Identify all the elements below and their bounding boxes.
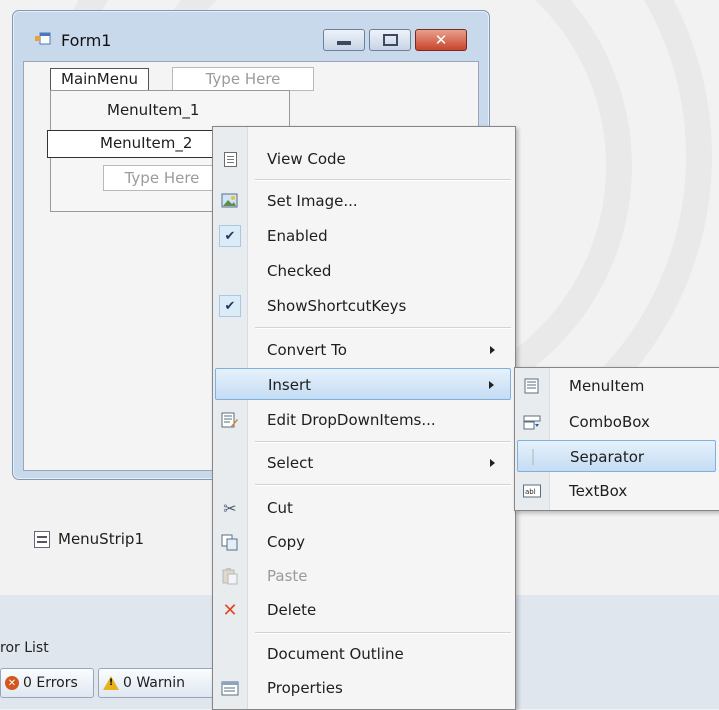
menu-item-1[interactable]: MenuItem_1 [107,101,199,119]
form-title: Form1 [61,31,112,50]
menu-paste[interactable]: Paste [215,560,511,592]
view-code-icon [221,150,239,168]
submenu-combobox[interactable]: ComboBox [517,406,716,438]
close-button[interactable]: ✕ [415,29,467,51]
separator [255,179,511,181]
menu-set-image[interactable]: Set Image... [215,185,511,217]
type-here-menubar[interactable]: Type Here [172,67,314,91]
type-here-dropdown[interactable]: Type Here [103,165,221,191]
maximize-icon [382,34,398,46]
component-tray-menustrip[interactable]: MenuStrip1 [34,530,144,548]
errors-count: 0 Errors [23,675,78,691]
separator [255,441,511,443]
warnings-filter-button[interactable]: ! 0 Warnin [98,668,218,698]
submenu-arrow-icon [489,381,494,389]
menu-item-2-label: MenuItem_2 [100,134,193,152]
svg-text:abl: abl [525,488,536,496]
menu-delete[interactable]: ✕ Delete [215,594,511,626]
properties-icon [221,681,239,696]
combobox-icon [523,415,541,430]
checkmark-icon: ✔ [219,225,241,247]
minimize-button[interactable] [323,29,365,51]
menu-view-code[interactable]: View Code [215,143,511,175]
scissors-icon: ✂ [223,498,237,518]
maximize-button[interactable] [369,29,411,51]
insert-submenu: MenuItem ComboBox Separator abl TextBox [514,367,719,511]
menustrip-icon [34,530,50,548]
menu-show-shortcut-keys[interactable]: ✔ ShowShortcutKeys [215,290,511,322]
separator-icon [532,449,534,465]
menu-checked[interactable]: Checked [215,255,511,287]
menu-select[interactable]: Select [215,447,511,479]
form-icon [35,32,51,45]
submenu-arrow-icon [490,346,495,354]
menuitem-icon [524,378,539,394]
menu-convert-to[interactable]: Convert To [215,334,511,366]
textbox-icon: abl [523,484,541,498]
menu-edit-dropdown-items[interactable]: Edit DropDownItems... [215,404,511,436]
copy-icon [221,534,238,551]
menu-enabled[interactable]: ✔ Enabled [215,220,511,252]
menu-insert[interactable]: Insert [215,368,511,400]
menu-properties[interactable]: Properties [215,672,511,704]
menu-document-outline[interactable]: Document Outline [215,638,511,670]
error-icon: ✕ [5,676,19,690]
menu-strip: MainMenu Type Here [24,62,478,92]
minimize-icon [337,41,351,45]
submenu-textbox[interactable]: abl TextBox [517,475,716,507]
warnings-count: 0 Warnin [123,675,186,691]
menu-cut[interactable]: ✂ Cut [215,492,511,524]
paste-icon [222,568,238,585]
submenu-separator[interactable]: Separator [517,440,716,472]
context-menu: View Code Set Image... ✔ Enabled Checked… [212,126,516,710]
separator [255,484,511,486]
error-list-title: ror List [0,640,49,656]
separator [255,327,511,329]
menustrip-label: MenuStrip1 [58,530,144,548]
image-icon [221,193,238,208]
edit-items-icon [221,412,238,428]
submenu-arrow-icon [490,459,495,467]
menu-copy[interactable]: Copy [215,526,511,558]
form-titlebar[interactable]: Form1 ✕ [13,11,489,63]
submenu-menuitem[interactable]: MenuItem [517,370,716,402]
checkmark-icon: ✔ [219,295,241,317]
errors-filter-button[interactable]: ✕ 0 Errors [0,668,94,698]
separator [255,632,511,634]
warning-icon: ! [103,676,119,690]
menu-item-mainmenu[interactable]: MainMenu [50,68,149,91]
delete-icon: ✕ [222,599,238,621]
close-icon: ✕ [434,31,448,49]
